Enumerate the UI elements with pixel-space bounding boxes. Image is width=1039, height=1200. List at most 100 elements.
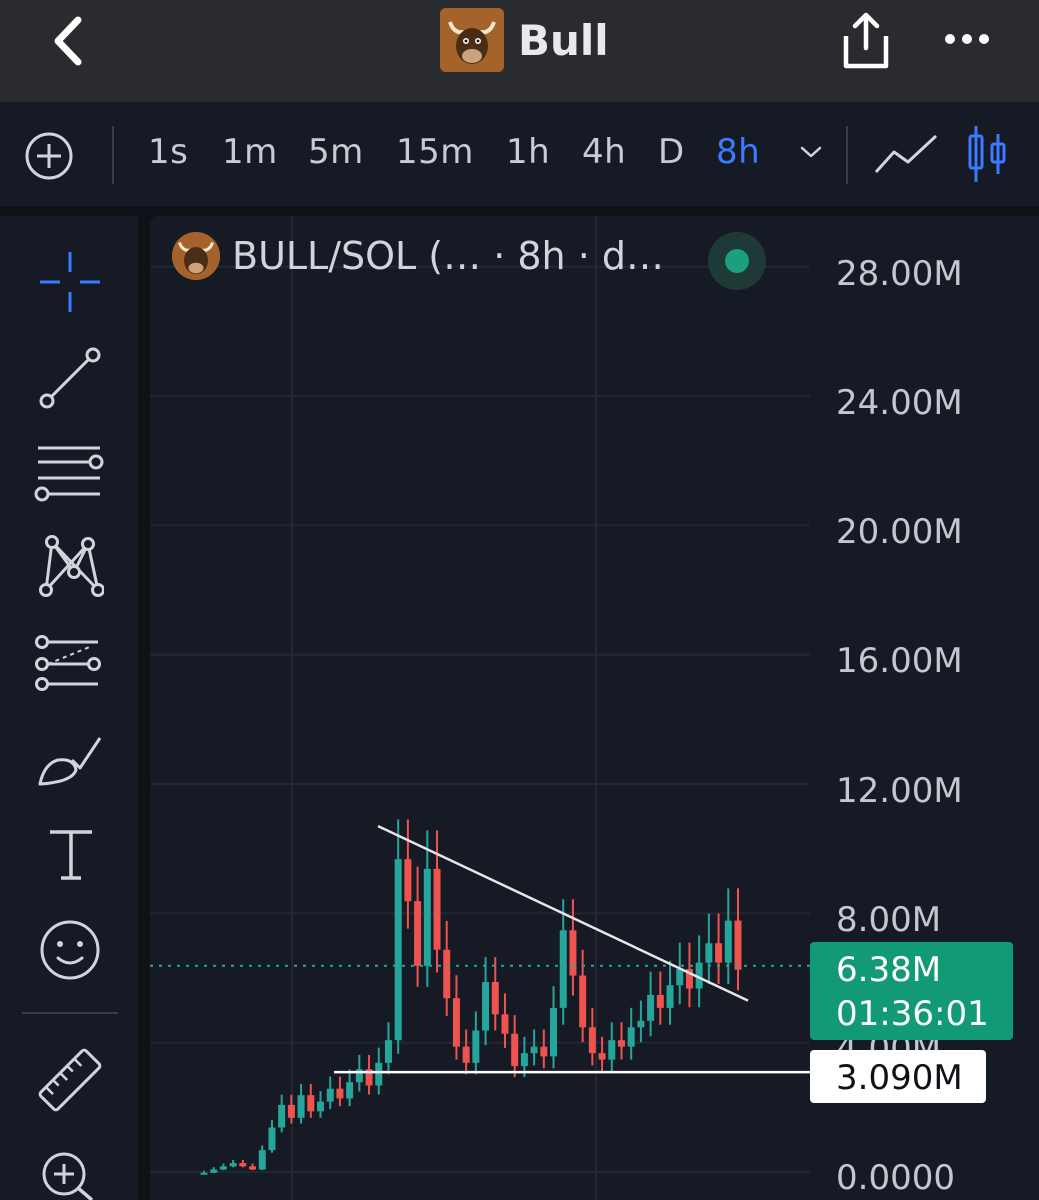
current-price: 6.38M bbox=[836, 950, 942, 990]
toolbar-divider bbox=[846, 126, 848, 184]
timeframe-1s[interactable]: 1s bbox=[148, 132, 188, 172]
y-axis-label: 12.00M bbox=[836, 771, 963, 811]
pattern-tool[interactable] bbox=[36, 534, 104, 600]
timeframe-toolbar: 1s 1m 5m 15m 1h 4h D 8h bbox=[0, 102, 1039, 206]
token-title: Bull bbox=[440, 8, 609, 72]
fib-retracement-tool[interactable] bbox=[34, 442, 104, 502]
candle-body bbox=[520, 1053, 528, 1067]
candle-body bbox=[705, 943, 713, 963]
candle-body bbox=[239, 1163, 247, 1167]
candle-body bbox=[511, 1033, 519, 1067]
horizontal-level-badge: 3.090M bbox=[810, 1050, 986, 1103]
tools-divider bbox=[22, 1012, 118, 1014]
timeframe-4h[interactable]: 4h bbox=[582, 132, 626, 172]
timeframe-15m[interactable]: 15m bbox=[396, 132, 474, 172]
ruler-icon bbox=[38, 1048, 102, 1112]
candle-body bbox=[346, 1082, 354, 1099]
crosshair-tool[interactable] bbox=[38, 250, 102, 314]
candle-body bbox=[715, 943, 723, 963]
candle-body bbox=[491, 982, 499, 1015]
candle-body bbox=[423, 868, 431, 966]
candle-body bbox=[676, 969, 684, 986]
y-axis-label: 0.0000 bbox=[836, 1158, 955, 1198]
candle-body bbox=[482, 982, 490, 1031]
candle-body bbox=[540, 1046, 548, 1057]
candle-body bbox=[433, 868, 441, 950]
candle-body bbox=[530, 1046, 538, 1054]
text-tool[interactable] bbox=[46, 826, 96, 884]
y-axis-label: 8.00M bbox=[836, 900, 942, 940]
brush-icon bbox=[38, 737, 102, 786]
candle-body bbox=[229, 1163, 237, 1167]
candle-body bbox=[550, 1007, 558, 1057]
top-nav: Bull bbox=[0, 0, 1039, 102]
text-icon bbox=[50, 830, 92, 880]
chart-legend[interactable]: BULL/SOL (… · 8h · d… bbox=[172, 232, 664, 280]
candlestick-chart-button[interactable] bbox=[966, 124, 1008, 184]
candle-body bbox=[404, 859, 412, 902]
share-button[interactable] bbox=[838, 10, 894, 72]
candle-body bbox=[414, 901, 422, 966]
timeframe-5m[interactable]: 5m bbox=[308, 132, 364, 172]
drawing-toolbar bbox=[0, 216, 138, 1200]
candle-body bbox=[588, 1027, 596, 1054]
candle-body bbox=[579, 975, 587, 1028]
brush-tool[interactable] bbox=[36, 730, 104, 790]
y-axis-label: 28.00M bbox=[836, 254, 963, 294]
candlestick-icon bbox=[968, 126, 1006, 182]
candle-body bbox=[452, 998, 460, 1047]
projection-icon bbox=[35, 635, 101, 691]
bull-logo-icon bbox=[440, 8, 504, 72]
share-icon bbox=[843, 12, 889, 69]
candle-body bbox=[627, 1027, 635, 1047]
crosshair-icon bbox=[40, 252, 100, 312]
trend-line-tool[interactable] bbox=[38, 346, 102, 410]
live-status-indicator bbox=[708, 232, 766, 290]
candle-body bbox=[443, 949, 451, 999]
fib-retracement-icon bbox=[34, 446, 104, 502]
y-axis-label: 24.00M bbox=[836, 383, 963, 423]
add-indicator-button[interactable] bbox=[24, 131, 74, 181]
candle-body bbox=[307, 1095, 315, 1112]
zoom-in-tool[interactable] bbox=[38, 1148, 102, 1200]
horizontal-level-value: 3.090M bbox=[836, 1058, 963, 1098]
candle-body bbox=[462, 1046, 470, 1063]
candle-body bbox=[472, 1030, 480, 1063]
timeframe-1m[interactable]: 1m bbox=[222, 132, 278, 172]
candle-body bbox=[258, 1150, 266, 1170]
chevron-left-icon bbox=[54, 16, 82, 66]
candle-body bbox=[569, 930, 577, 976]
zoom-in-icon bbox=[42, 1152, 94, 1200]
bull-logo-icon bbox=[172, 232, 220, 280]
candle-countdown: 01:36:01 bbox=[836, 994, 989, 1034]
line-chart-button[interactable] bbox=[874, 132, 938, 176]
candle-body bbox=[647, 994, 655, 1021]
y-axis-label: 20.00M bbox=[836, 512, 963, 552]
ruler-tool[interactable] bbox=[36, 1046, 104, 1114]
symbol-legend-text: BULL/SOL (… · 8h · d… bbox=[232, 234, 664, 278]
candle-body bbox=[724, 920, 732, 963]
back-button[interactable] bbox=[46, 14, 96, 68]
y-axis-label: 16.00M bbox=[836, 641, 963, 681]
candle-body bbox=[608, 1040, 616, 1060]
candle-body bbox=[210, 1169, 218, 1173]
candle-body bbox=[200, 1172, 208, 1175]
timeframe-dropdown[interactable] bbox=[798, 142, 824, 162]
line-chart-icon bbox=[874, 134, 938, 174]
emoji-tool[interactable] bbox=[38, 918, 102, 982]
projection-tool[interactable] bbox=[34, 634, 104, 694]
more-button[interactable] bbox=[940, 22, 996, 56]
timeframe-8h-active[interactable]: 8h bbox=[716, 132, 760, 172]
live-dot-icon bbox=[725, 249, 749, 273]
candle-body bbox=[394, 859, 402, 1041]
candle-body bbox=[297, 1095, 305, 1118]
candle-body bbox=[637, 1020, 645, 1028]
candle-body bbox=[598, 1053, 606, 1060]
timeframe-d[interactable]: D bbox=[658, 132, 685, 172]
candle-body bbox=[617, 1040, 625, 1047]
candle-body bbox=[734, 920, 742, 970]
candle-body bbox=[268, 1127, 276, 1151]
current-price-badge: 6.38M 01:36:01 bbox=[810, 942, 1013, 1040]
timeframe-1h[interactable]: 1h bbox=[506, 132, 550, 172]
candle-body bbox=[559, 930, 567, 1008]
